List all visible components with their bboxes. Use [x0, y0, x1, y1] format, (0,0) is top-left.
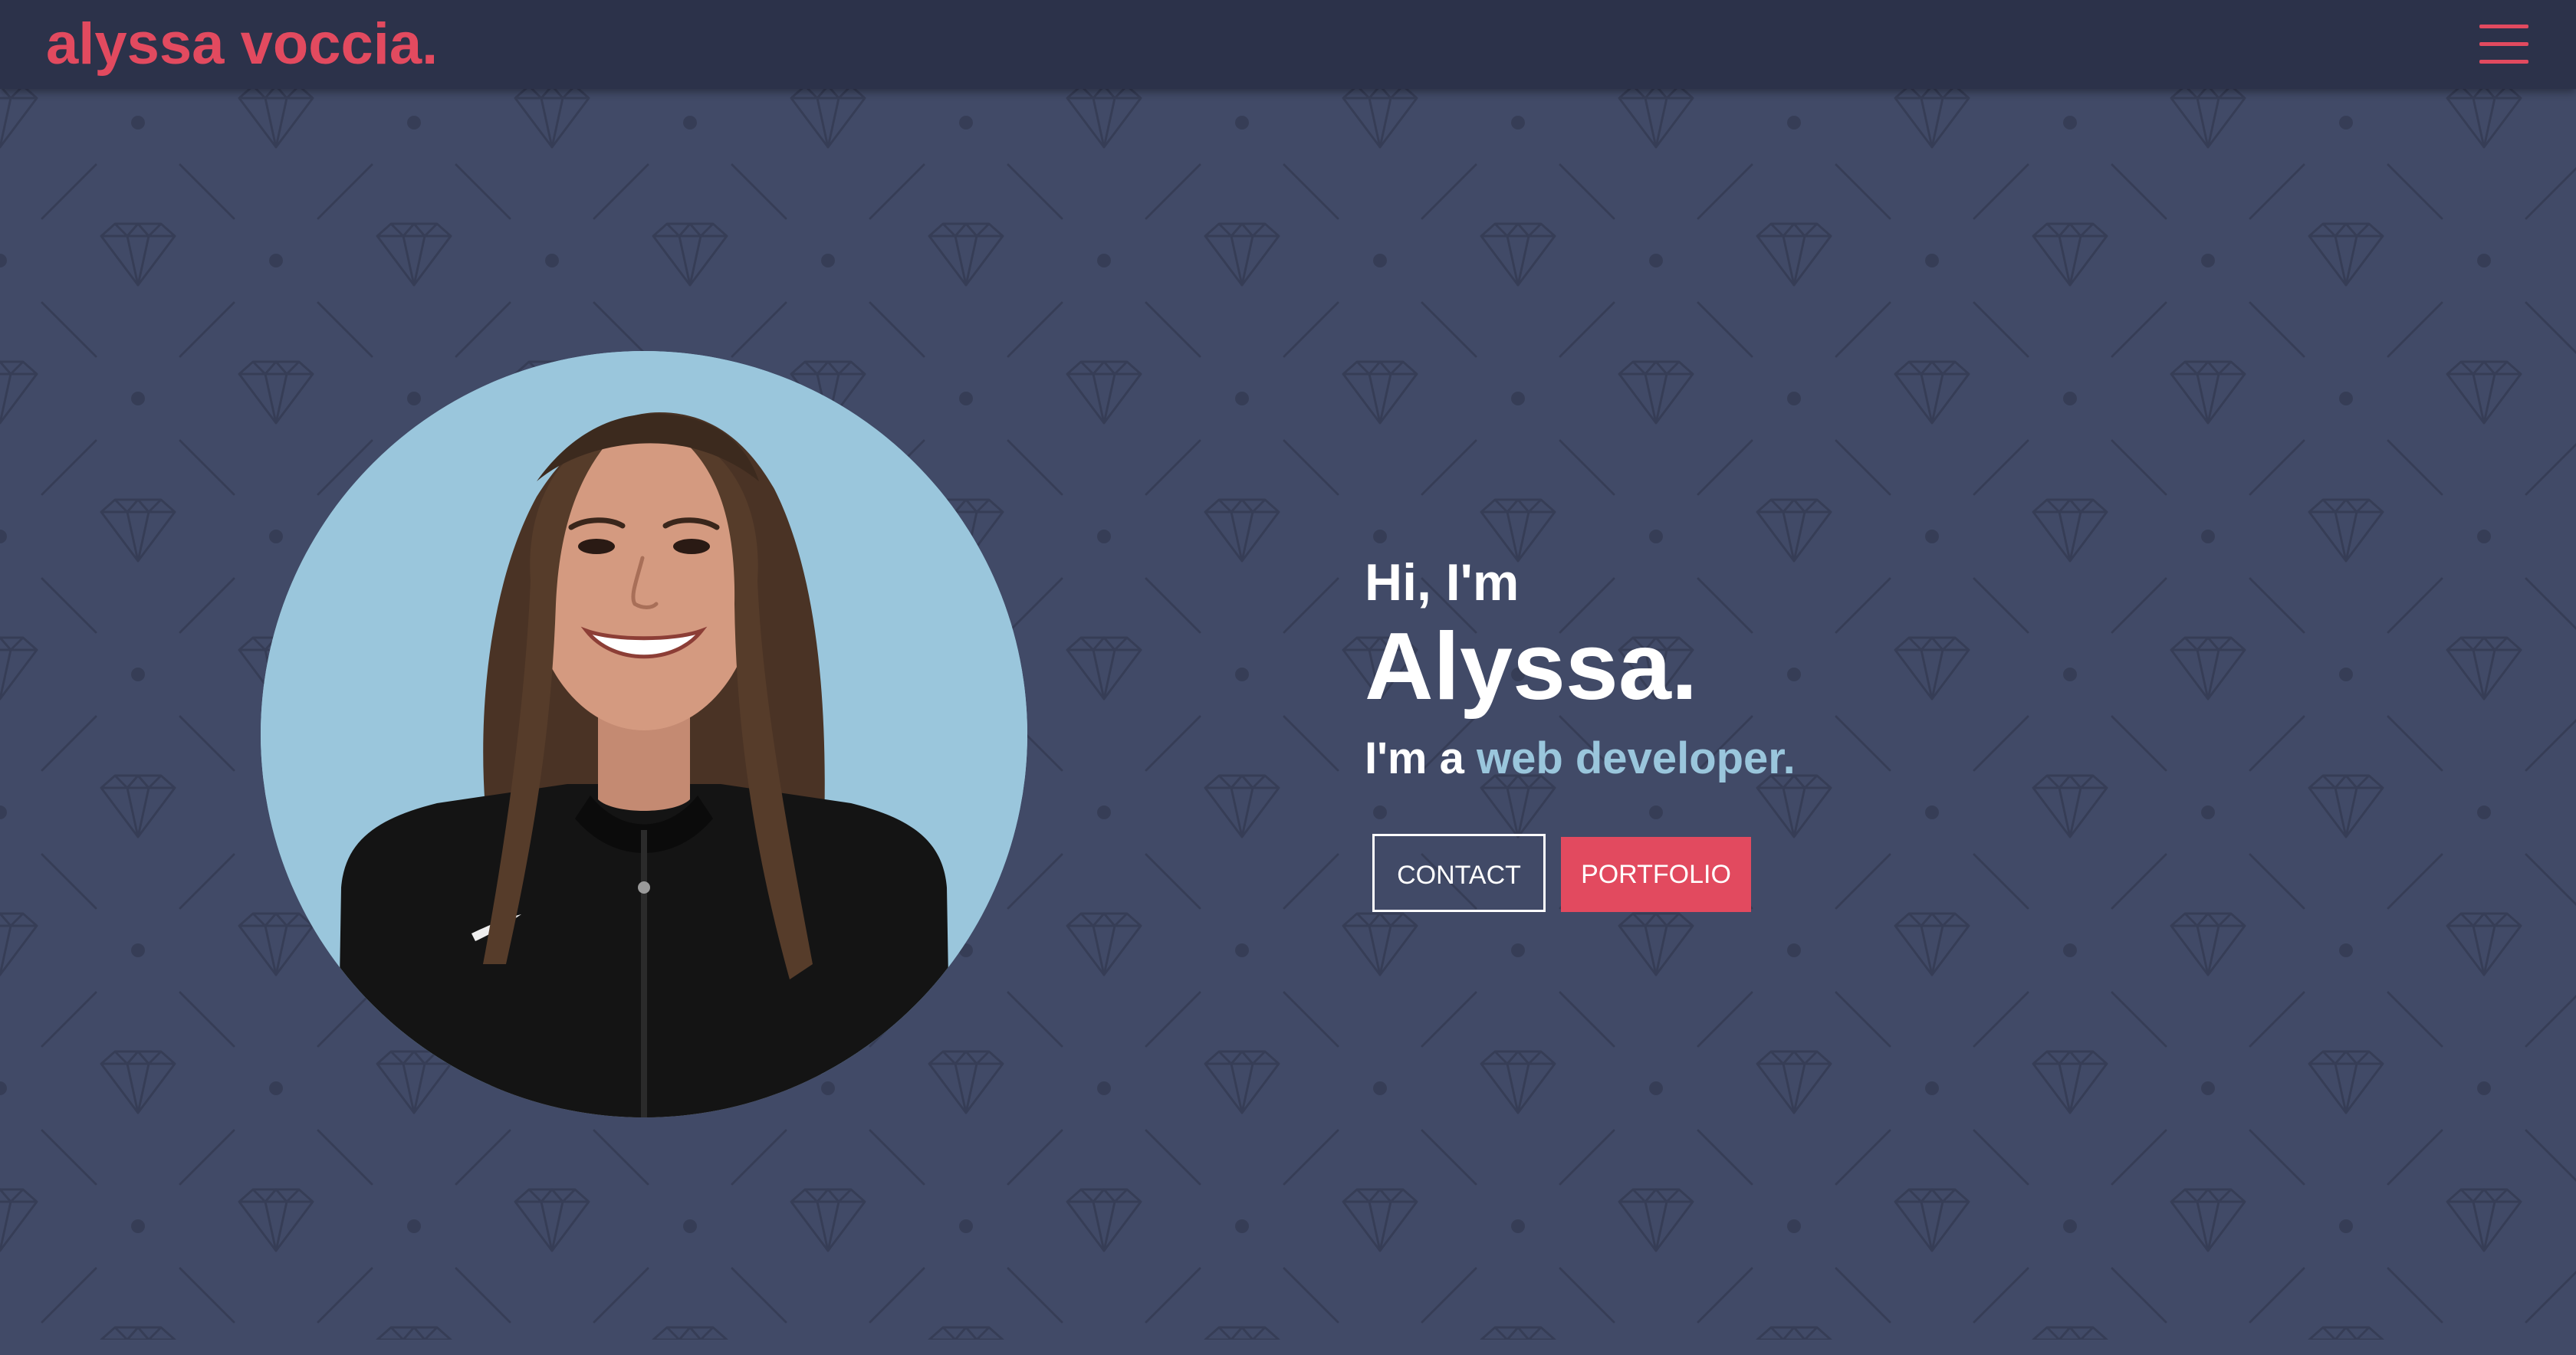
contact-button[interactable]: CONTACT	[1372, 834, 1546, 912]
hero-greeting: Hi, I'm	[1365, 553, 1520, 612]
profile-photo	[261, 351, 1027, 1117]
portfolio-button[interactable]: PORTFOLIO	[1561, 837, 1751, 912]
hero-role: I'm a web developer.	[1365, 731, 1796, 786]
hero-role-prefix: I'm a	[1365, 733, 1477, 783]
top-navbar: alyssa voccia.	[0, 0, 2576, 89]
hero-buttons: CONTACT PORTFOLIO	[1372, 834, 1832, 912]
hamburger-menu-icon[interactable]	[2466, 17, 2542, 72]
brand-logo-link[interactable]: alyssa voccia.	[46, 11, 438, 78]
hero-name: Alyssa.	[1365, 614, 1698, 720]
hero-role-highlight: web developer.	[1476, 733, 1796, 783]
